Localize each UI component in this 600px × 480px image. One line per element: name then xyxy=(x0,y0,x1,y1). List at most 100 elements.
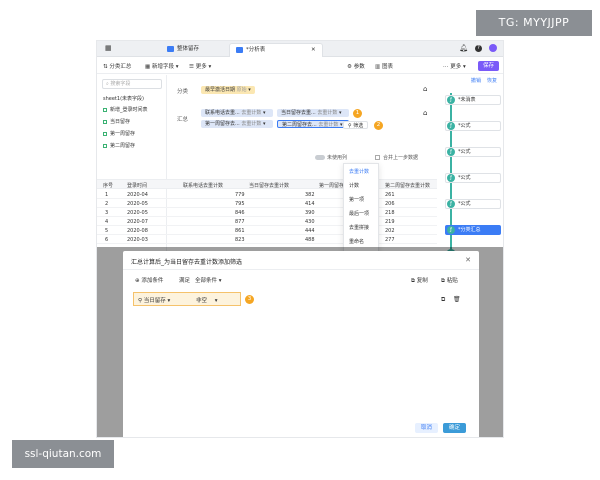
apps-grid-icon[interactable]: ▦ xyxy=(105,45,112,52)
col-header[interactable]: 序号 xyxy=(103,182,113,189)
new-field-button[interactable]: ▦ 新增字段 ▾ xyxy=(145,62,178,70)
copy-button[interactable]: ⧉ 复制 xyxy=(411,276,428,285)
table-cell: 277 xyxy=(385,237,395,243)
filter-dialog: 汇总计算后_为当日留存去重计数添加筛选 ✕ ⊕ 添加条件 满足 全部条件 ▾ ⧉… xyxy=(123,251,479,437)
formula-icon: ƒ xyxy=(447,200,455,208)
table-row[interactable]: 6 2020-03 823 488 277 xyxy=(97,235,437,244)
app-screenshot: ▦ 整体留存 *分析表 ✕ 🔔︎ ? ⇅ 分类汇总 ▦ 新增字段 ▾ ☰ 更多 … xyxy=(96,40,504,438)
dialog-title: 汇总计算后_为当日留存去重计数添加筛选 xyxy=(131,259,243,266)
field-item[interactable]: sheet1(未表字段) xyxy=(103,95,144,103)
table-cell: 3 xyxy=(105,210,109,216)
field-item[interactable]: 第二周留存 xyxy=(103,142,135,150)
menu-item[interactable]: 重命名 xyxy=(349,238,364,246)
field-icon xyxy=(103,131,107,136)
menu-item[interactable]: 去重拼接 xyxy=(349,224,369,232)
table-cell: 846 xyxy=(235,210,245,216)
avatar[interactable] xyxy=(489,44,497,52)
menu-item[interactable]: 计数 xyxy=(349,182,359,190)
filter-menu-item[interactable]: ⚲ 筛选 xyxy=(343,121,369,129)
sum-chip[interactable]: 联系电话去重... 去重计数 ▾ xyxy=(201,109,273,117)
home-icon[interactable]: ⌂ xyxy=(423,85,427,93)
more-button[interactable]: ☰ 更多 ▾ xyxy=(189,62,211,70)
flow-step-label: *公式 xyxy=(458,201,471,207)
menu-item[interactable]: 去重计数 xyxy=(349,168,369,176)
table-row[interactable]: 3 2020-05 846 390 218 xyxy=(97,208,437,217)
field-item[interactable]: 第一周留存 xyxy=(103,130,135,138)
tab-overall-retention[interactable]: 整体留存 xyxy=(161,43,205,57)
table-cell: 390 xyxy=(305,210,315,216)
formula-icon: ƒ xyxy=(447,174,455,182)
table-row[interactable]: 2 2020-05 795 414 206 xyxy=(97,199,437,208)
field-item[interactable]: 新增_登录时间表 xyxy=(103,106,148,114)
flow-step-label: *公式 xyxy=(458,149,471,155)
params-button[interactable]: ⚙ 参数 xyxy=(347,62,365,70)
col-header[interactable]: 第二周留存去重计数 xyxy=(385,182,433,189)
watermark-top-right: TG: MYYJJPP xyxy=(476,10,592,36)
more2-button[interactable]: ⋯ 更多 ▾ xyxy=(443,62,466,70)
copy-icon[interactable]: ⧉ xyxy=(441,296,445,304)
table-cell: 2020-05 xyxy=(127,210,148,216)
add-condition-button[interactable]: ⊕ 添加条件 xyxy=(135,276,163,284)
home-icon[interactable]: ⌂ xyxy=(423,109,427,117)
unused-column-toggle[interactable] xyxy=(315,155,325,160)
table-row[interactable]: 1 2020-04 779 382 261 xyxy=(97,190,437,199)
match-mode-select[interactable]: 全部条件 ▾ xyxy=(195,276,222,284)
col-header[interactable]: 登录时间 xyxy=(127,182,147,189)
close-icon[interactable]: ✕ xyxy=(465,256,471,264)
table-cell: 1 xyxy=(105,192,109,198)
ok-button[interactable]: 确定 xyxy=(443,423,467,433)
bell-icon[interactable]: 🔔︎ xyxy=(459,44,468,52)
field-item[interactable]: 当日留存 xyxy=(103,118,130,126)
group-summary-button[interactable]: ⇅ 分类汇总 xyxy=(103,62,131,70)
save-button[interactable]: 保存 xyxy=(477,61,499,71)
undo-link[interactable]: 撤销 xyxy=(471,77,481,84)
table-cell: 219 xyxy=(385,219,395,225)
table-cell: 218 xyxy=(385,210,395,216)
field-icon xyxy=(103,143,107,148)
sum-chip-selected[interactable]: 第二周留存去... 去重计数 ▾ xyxy=(277,120,349,128)
table-cell: 861 xyxy=(235,228,245,234)
table-cell: 2020-05 xyxy=(127,201,148,207)
tab-bar: ▦ 整体留存 *分析表 ✕ 🔔︎ ? xyxy=(97,41,503,57)
field-icon xyxy=(103,107,107,112)
formula-icon: ƒ xyxy=(447,226,455,234)
close-icon[interactable]: ✕ xyxy=(311,47,316,53)
col-header[interactable]: 联系电话去重计数 xyxy=(183,182,223,189)
table-cell: 5 xyxy=(105,228,109,234)
table-row[interactable]: 5 2020-08 861 444 202 xyxy=(97,226,437,235)
condition-operator-select[interactable]: 非空 ▾ xyxy=(196,296,218,304)
search-input[interactable]: ⌕ 搜索字段 xyxy=(102,79,162,89)
sum-chip[interactable]: 第一周留存去... 去重计数 ▾ xyxy=(201,120,273,128)
tab-analysis[interactable]: *分析表 ✕ xyxy=(229,43,323,57)
paste-button[interactable]: ⧉ 粘贴 xyxy=(441,276,458,285)
flow-step-label: *未消表 xyxy=(458,97,476,103)
col-header[interactable]: 当日留存去重计数 xyxy=(249,182,289,189)
satisfy-label: 满足 xyxy=(179,278,191,284)
chart-button[interactable]: ▥ 图表 xyxy=(375,62,393,70)
formula-icon: ƒ xyxy=(447,122,455,130)
condition-field-select[interactable]: ⚲ 当日留存 ▾ xyxy=(138,296,170,304)
menu-item[interactable]: 第一项 xyxy=(349,196,364,204)
table-cell: 795 xyxy=(235,201,245,207)
table-row[interactable]: 4 2020-07 877 430 219 xyxy=(97,217,437,226)
table-cell: 2 xyxy=(105,201,109,207)
table-cell: 444 xyxy=(305,228,315,234)
help-icon[interactable]: ? xyxy=(475,44,482,52)
cancel-button[interactable]: 取消 xyxy=(415,423,439,433)
toolbar: ⇅ 分类汇总 ▦ 新增字段 ▾ ☰ 更多 ▾ ⚙ 参数 ▥ 图表 ⋯ 更多 ▾ … xyxy=(97,58,503,74)
redo-link[interactable]: 恢复 xyxy=(487,77,497,84)
table-cell: 202 xyxy=(385,228,395,234)
table-cell: 823 xyxy=(235,237,245,243)
step-badge-3: 3 xyxy=(245,295,254,304)
trash-icon[interactable]: 🗑︎ xyxy=(453,296,461,303)
flow-step-label: *分类汇总 xyxy=(458,227,481,233)
table-cell: 2020-03 xyxy=(127,237,148,243)
window-actions: 🔔︎ ? xyxy=(459,44,497,52)
group-chip[interactable]: 最早激活日期 原始 ▾ xyxy=(201,86,255,94)
merge-checkbox[interactable] xyxy=(375,155,380,160)
menu-item[interactable]: 最后一项 xyxy=(349,210,369,218)
table-cell: 2020-08 xyxy=(127,228,148,234)
unused-column-label: 未使用列 xyxy=(327,155,348,161)
table-icon xyxy=(167,45,174,52)
sum-chip[interactable]: 当日留存去重... 去重计数 ▾ xyxy=(277,109,349,117)
